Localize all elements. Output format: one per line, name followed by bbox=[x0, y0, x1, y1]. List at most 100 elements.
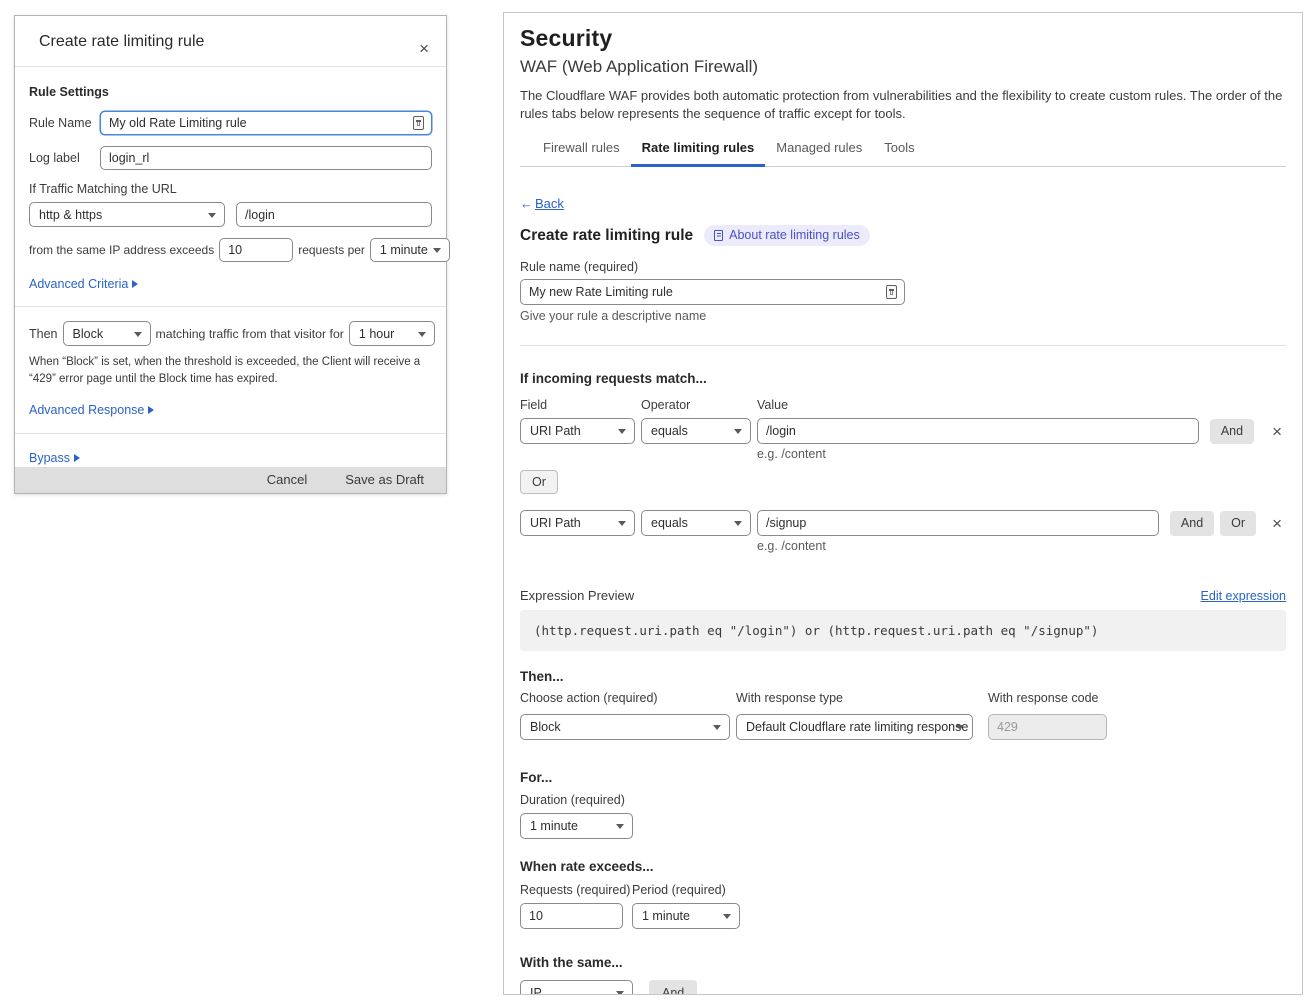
period-select[interactable]: 1 minute bbox=[370, 238, 450, 262]
bypass-link[interactable]: Bypass bbox=[29, 449, 432, 467]
edit-expression-link[interactable]: Edit expression bbox=[1201, 589, 1286, 603]
chevron-down-icon bbox=[134, 332, 142, 337]
or-button[interactable]: Or bbox=[1220, 511, 1256, 536]
remove-condition-icon[interactable]: × bbox=[1268, 513, 1286, 534]
page-description: The Cloudflare WAF provides both automat… bbox=[520, 87, 1286, 123]
tab-firewall-rules[interactable]: Firewall rules bbox=[532, 132, 631, 167]
page-title: Security bbox=[520, 25, 1286, 52]
duration-select[interactable]: 1 minute bbox=[520, 813, 633, 839]
expression-code: (http.request.uri.path eq "/login") or (… bbox=[520, 610, 1286, 651]
duration-label: Duration (required) bbox=[520, 793, 1286, 807]
waf-tabs: Firewall rules Rate limiting rules Manag… bbox=[520, 132, 1286, 167]
security-waf-panel: Security WAF (Web Application Firewall) … bbox=[503, 12, 1303, 995]
autofill-icon bbox=[413, 116, 424, 130]
screen: Create rate limiting rule × Rule Setting… bbox=[0, 0, 1316, 1003]
and-button[interactable]: And bbox=[1210, 419, 1254, 444]
and-button[interactable]: And bbox=[1170, 511, 1214, 536]
legacy-rate-limit-modal: Create rate limiting rule × Rule Setting… bbox=[14, 15, 447, 494]
value-helper: e.g. /content bbox=[757, 447, 1286, 461]
scheme-select[interactable]: http & https bbox=[29, 202, 225, 227]
match-heading: If incoming requests match... bbox=[520, 371, 1286, 386]
requests-label: Requests (required) bbox=[520, 883, 632, 897]
log-label-label: Log label bbox=[29, 151, 100, 165]
about-rate-limiting-badge[interactable]: About rate limiting rules bbox=[704, 225, 870, 246]
then-heading: Then... bbox=[520, 669, 1286, 684]
rule-settings-heading: Rule Settings bbox=[29, 85, 432, 99]
url-input[interactable] bbox=[236, 202, 432, 227]
rule-name-input[interactable] bbox=[520, 279, 905, 305]
rule-name-helper: Give your rule a descriptive name bbox=[520, 309, 1286, 323]
field-select[interactable]: URI Path bbox=[520, 418, 635, 444]
value-input[interactable] bbox=[757, 510, 1159, 536]
rule-name-label: Rule Name bbox=[29, 116, 100, 130]
same-heading: With the same... bbox=[520, 955, 1286, 970]
chevron-down-icon bbox=[618, 429, 626, 434]
value-label: Value bbox=[757, 398, 788, 412]
chevron-down-icon bbox=[713, 725, 721, 730]
requests-input[interactable] bbox=[520, 903, 623, 929]
rule-name-input[interactable] bbox=[100, 111, 432, 135]
back-arrow-icon: ← bbox=[520, 196, 533, 211]
advanced-response-link[interactable]: Advanced Response bbox=[29, 401, 432, 419]
condition-column-labels: Field Operator Value bbox=[520, 398, 1286, 412]
threshold-suffix: requests per bbox=[298, 243, 365, 257]
chevron-down-icon bbox=[956, 725, 964, 730]
threshold-prefix: from the same IP address exceeds bbox=[29, 243, 214, 257]
block-duration-select[interactable]: 1 hour bbox=[349, 321, 435, 346]
then-row: Then Block matching traffic from that vi… bbox=[29, 321, 432, 346]
operator-label: Operator bbox=[641, 398, 757, 412]
cancel-button[interactable]: Cancel bbox=[267, 472, 307, 487]
tab-managed-rules[interactable]: Managed rules bbox=[765, 132, 873, 167]
chevron-down-icon bbox=[208, 213, 216, 218]
page-subtitle: WAF (Web Application Firewall) bbox=[520, 57, 1286, 77]
modal-body: Rule Settings Rule Name Log label If Tra… bbox=[15, 67, 446, 467]
chevron-down-icon bbox=[616, 824, 624, 829]
chevron-down-icon bbox=[734, 429, 742, 434]
autofill-icon bbox=[886, 285, 897, 299]
log-label-row: Log label bbox=[29, 146, 432, 170]
advanced-criteria-link[interactable]: Advanced Criteria bbox=[29, 275, 432, 293]
modal-header: Create rate limiting rule × bbox=[15, 16, 446, 67]
threshold-input[interactable] bbox=[219, 238, 293, 262]
modal-title: Create rate limiting rule bbox=[39, 33, 204, 50]
tab-tools[interactable]: Tools bbox=[873, 132, 925, 167]
condition-row: URI Path equals And × bbox=[520, 418, 1286, 444]
traffic-match-heading: If Traffic Matching the URL bbox=[29, 182, 432, 196]
close-icon[interactable]: × bbox=[415, 38, 433, 59]
create-rule-heading: Create rate limiting rule bbox=[520, 227, 693, 245]
log-label-input[interactable] bbox=[100, 146, 432, 170]
divider bbox=[15, 306, 446, 307]
field-label: Field bbox=[520, 398, 641, 412]
save-as-draft-button[interactable]: Save as Draft bbox=[345, 472, 424, 487]
response-type-select[interactable]: Default Cloudflare rate limiting respons… bbox=[736, 714, 973, 740]
then-label: Then bbox=[29, 327, 58, 341]
for-heading: For... bbox=[520, 770, 1286, 785]
expression-preview-label: Expression Preview bbox=[520, 588, 634, 603]
value-input[interactable] bbox=[757, 418, 1199, 444]
triangle-right-icon bbox=[132, 280, 138, 288]
action-select[interactable]: Block bbox=[63, 321, 151, 346]
remove-condition-icon[interactable]: × bbox=[1268, 421, 1286, 442]
operator-select[interactable]: equals bbox=[641, 418, 751, 444]
chevron-down-icon bbox=[618, 521, 626, 526]
characteristic-select[interactable]: IP bbox=[520, 980, 633, 995]
action-select[interactable]: Block bbox=[520, 714, 730, 740]
rule-name-label: Rule name (required) bbox=[520, 260, 1286, 274]
chevron-down-icon bbox=[433, 248, 441, 253]
choose-action-label: Choose action (required) bbox=[520, 691, 730, 705]
back-link[interactable]: ← Back bbox=[520, 196, 564, 211]
condition-row: URI Path equals And Or × bbox=[520, 510, 1286, 536]
tab-rate-limiting-rules[interactable]: Rate limiting rules bbox=[631, 132, 766, 167]
value-helper: e.g. /content bbox=[757, 539, 1286, 553]
triangle-right-icon bbox=[74, 454, 80, 462]
document-icon bbox=[714, 230, 723, 241]
rate-period-select[interactable]: 1 minute bbox=[632, 903, 740, 929]
divider bbox=[15, 433, 446, 434]
field-select[interactable]: URI Path bbox=[520, 510, 635, 536]
chevron-down-icon bbox=[723, 914, 731, 919]
or-button[interactable]: Or bbox=[520, 470, 558, 494]
triangle-right-icon bbox=[148, 406, 154, 414]
and-characteristic-button[interactable]: And bbox=[649, 980, 697, 995]
operator-select[interactable]: equals bbox=[641, 510, 751, 536]
response-type-label: With response type bbox=[736, 691, 973, 705]
